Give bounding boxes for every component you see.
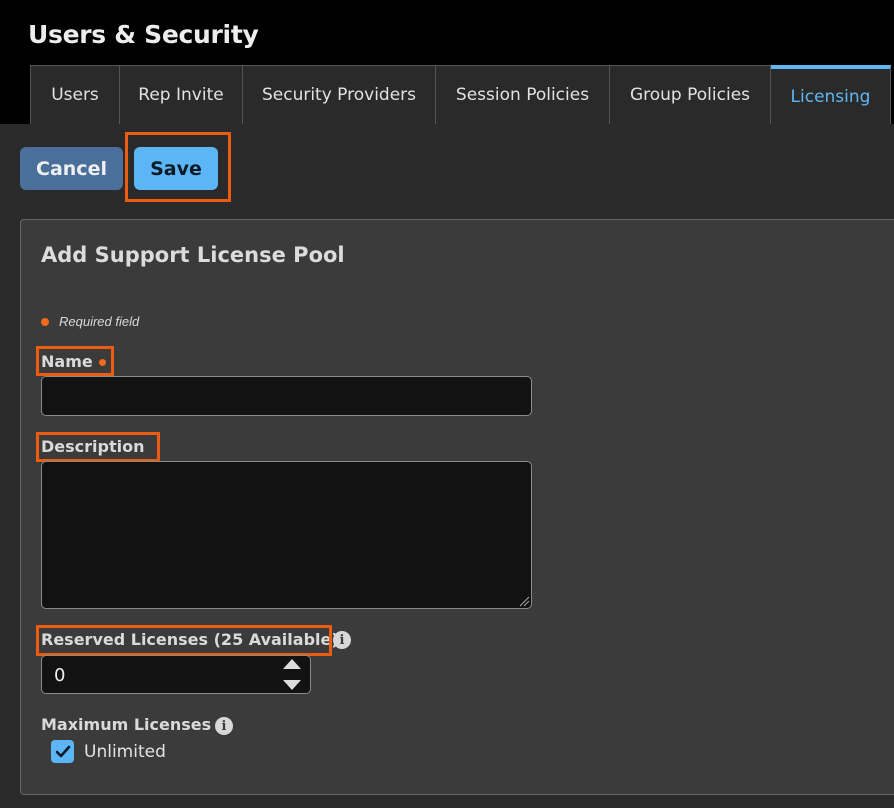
tab-security-providers[interactable]: Security Providers — [243, 65, 436, 124]
name-label-text: Name — [41, 352, 93, 371]
tab-bar: Users Rep Invite Security Providers Sess… — [30, 65, 891, 124]
info-icon[interactable]: i — [333, 631, 351, 649]
description-field[interactable] — [41, 461, 532, 609]
page-title: Users & Security — [28, 20, 259, 49]
chevron-up-icon[interactable] — [283, 659, 301, 669]
unlimited-checkbox[interactable] — [51, 740, 74, 763]
tab-rep-invite[interactable]: Rep Invite — [120, 65, 243, 124]
tab-licensing[interactable]: Licensing — [771, 65, 891, 124]
required-field-note: Required field — [59, 314, 140, 329]
checkmark-icon — [55, 745, 70, 757]
stepper-value: 0 — [54, 665, 66, 686]
tab-users[interactable]: Users — [30, 65, 120, 124]
panel-title: Add Support License Pool — [41, 243, 345, 267]
unlimited-label: Unlimited — [84, 742, 166, 762]
maximum-licenses-label: Maximum Licenses — [41, 715, 212, 734]
reserved-licenses-label: Reserved Licenses (25 Available) — [41, 630, 339, 649]
required-dot-icon — [98, 359, 106, 366]
chevron-down-icon[interactable] — [283, 680, 301, 690]
name-label: Name — [41, 352, 106, 371]
info-icon[interactable]: i — [215, 717, 233, 735]
tab-session-policies[interactable]: Session Policies — [436, 65, 610, 124]
resize-grip-icon[interactable] — [518, 595, 530, 607]
description-label: Description — [41, 437, 145, 456]
tab-group-policies[interactable]: Group Policies — [610, 65, 771, 124]
name-field[interactable] — [41, 376, 532, 416]
top-header: Users & Security Users Rep Invite Securi… — [0, 0, 894, 124]
reserved-licenses-stepper[interactable]: 0 — [41, 655, 311, 694]
required-dot-icon — [41, 318, 49, 326]
cancel-button[interactable]: Cancel — [20, 147, 123, 190]
save-button[interactable]: Save — [134, 147, 218, 190]
